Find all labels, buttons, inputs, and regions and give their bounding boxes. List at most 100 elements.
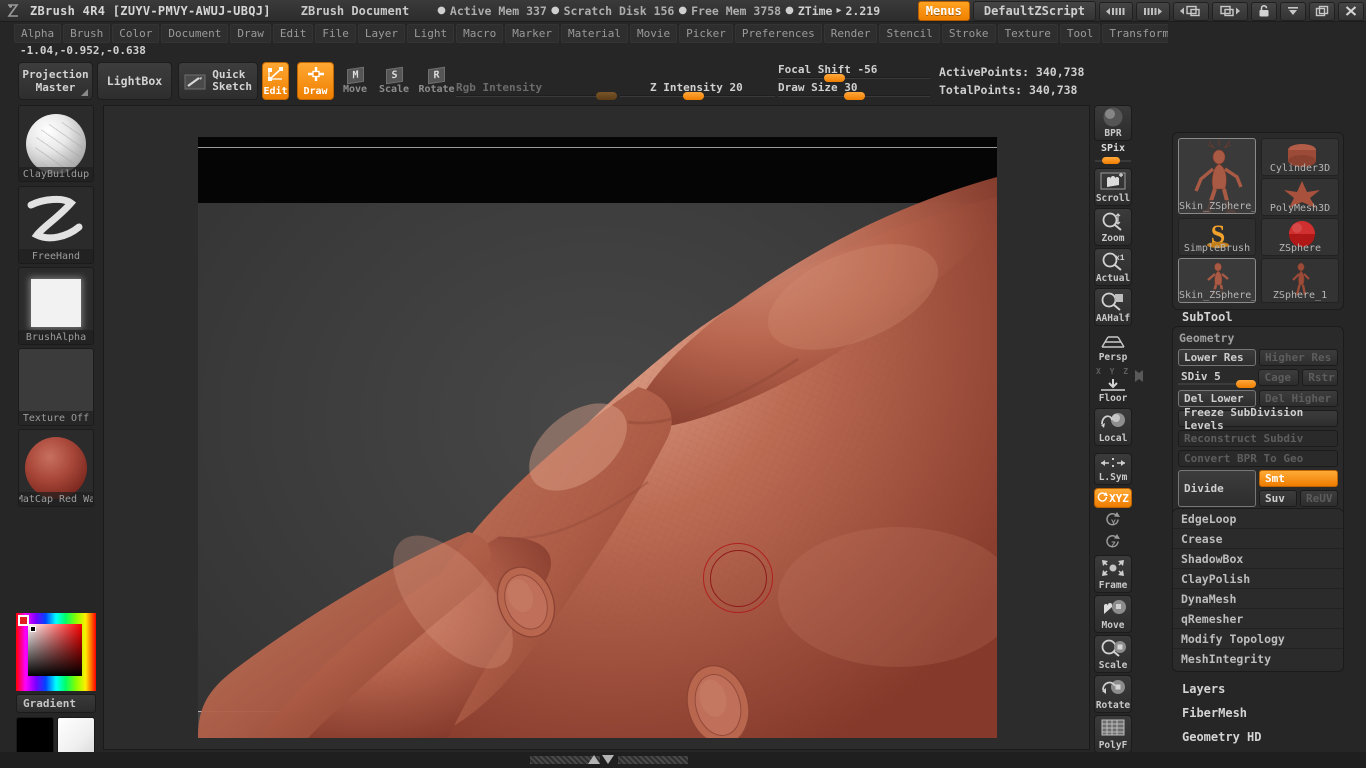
tool-thumb-polymesh3d[interactable]: PolyMesh3D: [1261, 178, 1339, 216]
higher-res-button[interactable]: Higher Res: [1259, 349, 1338, 366]
tool-thumb-zsphere[interactable]: ZSphere: [1261, 218, 1339, 256]
gizmo-scale-button[interactable]: Scale: [1094, 635, 1132, 673]
geometry-subsection-edgeloop[interactable]: EdgeLoop: [1173, 509, 1343, 529]
focal-shift-slider[interactable]: Focal Shift -56: [778, 63, 930, 82]
menu-item-texture[interactable]: Texture: [997, 23, 1058, 43]
menu-item-layer[interactable]: Layer: [357, 23, 405, 43]
lock-icon[interactable]: [1251, 1, 1277, 21]
rstr-button[interactable]: Rstr: [1302, 369, 1339, 386]
scale-button[interactable]: S Scale: [378, 62, 410, 100]
aahalf-button[interactable]: AAHalf: [1094, 288, 1132, 326]
zscript-button[interactable]: DefaultZScript: [972, 1, 1096, 21]
tool-thumb-zsphere-1[interactable]: ZSphere_1: [1261, 258, 1339, 303]
suv-button[interactable]: Suv: [1259, 490, 1297, 507]
lsym-button[interactable]: L.Sym: [1094, 453, 1132, 485]
window-next-icon[interactable]: [1212, 1, 1248, 21]
menu-item-edit[interactable]: Edit: [272, 23, 314, 43]
menu-item-material[interactable]: Material: [560, 23, 628, 43]
menu-item-movie[interactable]: Movie: [629, 23, 678, 43]
tool-thumb-skin-zsphere-small[interactable]: Skin_ZSphere_1: [1178, 258, 1256, 303]
lower-res-button[interactable]: Lower Res: [1178, 349, 1256, 366]
geometry-subsection-shadowbox[interactable]: ShadowBox: [1173, 549, 1343, 569]
slider-knob[interactable]: [596, 92, 617, 100]
gizmo-move-button[interactable]: Move: [1094, 595, 1132, 633]
stroke-selector[interactable]: FreeHand: [18, 186, 94, 264]
menus-button[interactable]: Menus: [917, 1, 970, 21]
bottom-scrollbar[interactable]: [0, 752, 1366, 768]
polyf-button[interactable]: PolyF: [1094, 715, 1132, 753]
menu-item-preferences[interactable]: Preferences: [734, 23, 822, 43]
edit-button[interactable]: Edit: [262, 62, 289, 100]
section-fibermesh[interactable]: FiberMesh: [1182, 706, 1247, 720]
menu-item-draw[interactable]: Draw: [230, 23, 271, 43]
smt-button[interactable]: Smt: [1259, 470, 1338, 487]
rgb-intensity-slider[interactable]: Rgb Intensity: [456, 81, 617, 100]
rotate-button[interactable]: R Rotate: [418, 62, 455, 100]
rotate-z-button[interactable]: Z: [1094, 532, 1132, 553]
menu-item-transform[interactable]: Transform: [1102, 23, 1177, 43]
menu-item-color[interactable]: Color: [112, 23, 160, 43]
menu-item-alpha[interactable]: Alpha: [14, 23, 62, 43]
scroll-left-icon[interactable]: [1099, 1, 1133, 21]
divide-button[interactable]: Divide: [1178, 470, 1256, 507]
menu-item-stroke[interactable]: Stroke: [941, 23, 996, 43]
menu-item-light[interactable]: Light: [406, 23, 455, 43]
arrow-down-icon[interactable]: [602, 755, 614, 764]
del-higher-button[interactable]: Del Higher: [1259, 390, 1338, 407]
geometry-subsection-modify-topology[interactable]: Modify Topology: [1173, 629, 1343, 649]
actual-button[interactable]: x1 Actual: [1094, 248, 1132, 286]
zoom-button[interactable]: Zoom: [1094, 208, 1132, 246]
frame-button[interactable]: Frame: [1094, 555, 1132, 593]
quick-sketch-button[interactable]: Quick Sketch: [178, 62, 258, 100]
geometry-subsection-claypolish[interactable]: ClayPolish: [1173, 569, 1343, 589]
menu-item-tool[interactable]: Tool: [1059, 23, 1101, 43]
convert-bpr-to-geo-button[interactable]: Convert BPR To Geo: [1178, 450, 1338, 467]
slider-knob[interactable]: [1102, 157, 1120, 164]
scroll-button[interactable]: Scroll: [1094, 168, 1132, 206]
cage-button[interactable]: Cage: [1258, 369, 1300, 386]
draw-size-slider[interactable]: Draw Size 30: [778, 81, 930, 100]
primary-color-swatch[interactable]: [16, 717, 54, 757]
floor-button[interactable]: X Y Z Floor: [1094, 367, 1132, 405]
brush-selector[interactable]: ClayBuildup: [18, 105, 94, 182]
gradient-button[interactable]: Gradient: [16, 694, 96, 713]
scroll-right-icon[interactable]: [1136, 1, 1170, 21]
menu-item-marker[interactable]: Marker: [505, 23, 559, 43]
move-button[interactable]: M Move: [340, 62, 370, 100]
document-canvas[interactable]: [198, 137, 997, 738]
reuv-button[interactable]: ReUV: [1300, 490, 1338, 507]
scroll-arrows[interactable]: [588, 755, 614, 764]
scroll-track-right[interactable]: [618, 756, 688, 764]
window-prev-icon[interactable]: [1173, 1, 1209, 21]
color-picker[interactable]: [16, 613, 96, 691]
z-intensity-slider[interactable]: Z Intensity 20: [620, 81, 775, 100]
projection-master-button[interactable]: Projection Master: [18, 62, 93, 100]
local-button[interactable]: Local: [1094, 408, 1132, 446]
geometry-subsection-dynamesh[interactable]: DynaMesh: [1173, 589, 1343, 609]
canvas-container[interactable]: [103, 105, 1090, 750]
section-geometry-hd[interactable]: Geometry HD: [1182, 730, 1261, 744]
menu-item-macro[interactable]: Macro: [456, 23, 504, 43]
tool-thumb-skin-zsphere-large[interactable]: Skin_ZSphere_1: [1178, 138, 1256, 214]
saturation-value-square[interactable]: [28, 624, 82, 676]
tool-thumb-simplebrush[interactable]: S SimpleBrush: [1178, 218, 1256, 256]
restore-icon[interactable]: [1309, 1, 1335, 21]
texture-selector[interactable]: Texture Off: [18, 348, 94, 426]
geometry-subsection-crease[interactable]: Crease: [1173, 529, 1343, 549]
menu-item-document[interactable]: Document: [161, 23, 229, 43]
reconstruct-subdiv-button[interactable]: Reconstruct Subdiv: [1178, 430, 1338, 447]
draw-button[interactable]: Draw: [297, 62, 334, 100]
gizmo-rotate-button[interactable]: Rotate: [1094, 675, 1132, 713]
bpr-button[interactable]: BPR: [1094, 105, 1132, 141]
freeze-subdivision-levels-button[interactable]: Freeze SubDivision Levels: [1178, 406, 1338, 432]
menu-item-render[interactable]: Render: [823, 23, 878, 43]
subtool-section-label[interactable]: SubTool: [1182, 310, 1233, 324]
menu-item-stencil[interactable]: Stencil: [879, 23, 940, 43]
menu-item-brush[interactable]: Brush: [63, 23, 111, 43]
rotate-y-button[interactable]: Y: [1094, 510, 1132, 531]
del-lower-button[interactable]: Del Lower: [1178, 390, 1256, 407]
geometry-subsection-meshintegrity[interactable]: MeshIntegrity: [1173, 649, 1343, 669]
geometry-subsection-qremesher[interactable]: qRemesher: [1173, 609, 1343, 629]
lightbox-button[interactable]: LightBox: [97, 62, 172, 100]
menu-item-file[interactable]: File: [315, 23, 356, 43]
